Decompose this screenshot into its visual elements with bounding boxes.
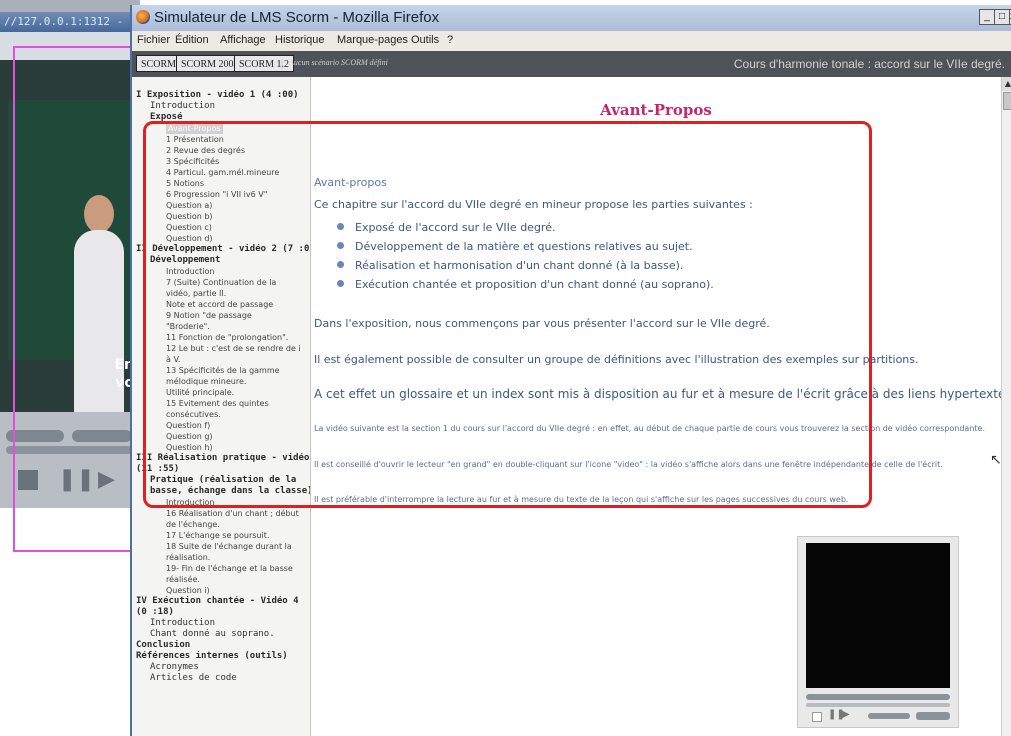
toc-item-label: réalisée. — [166, 575, 200, 584]
scrollbar-thumb[interactable] — [1003, 92, 1011, 110]
toc-item[interactable]: 19- Fin de l'échange et la basse — [132, 563, 310, 574]
toc-item-label: IV Exécution chantée - Vidéo 4 — [136, 596, 299, 606]
progress-track[interactable] — [806, 703, 950, 707]
background-window-title: //127.0.0.1:1312 - A — [0, 12, 140, 32]
menu-bar: Fichier Édition Affichage Historique Mar… — [132, 31, 1011, 51]
toc-item[interactable]: 16 Réalisation d'un chant ; début — [132, 508, 310, 519]
menu-affichage[interactable]: Affichage — [220, 34, 266, 46]
toolbar-separator: | — [280, 57, 284, 70]
toc-item-label: réalisation. — [166, 553, 211, 562]
menu-help[interactable]: ? — [447, 34, 453, 46]
toc-item[interactable]: réalisée. — [132, 574, 310, 585]
minimize-button[interactable]: _ — [979, 9, 995, 25]
toc-item[interactable]: Chant donné au soprano. — [132, 629, 310, 640]
toc-item-label: 18 Suite de l'échange durant la — [166, 542, 292, 551]
maximize-button[interactable]: □ — [994, 9, 1010, 25]
seek-bar[interactable] — [806, 694, 950, 700]
volume-slider[interactable] — [868, 713, 910, 719]
toc-item-label: Acronymes — [150, 662, 199, 672]
toc-item-label: Articles de code — [150, 673, 237, 683]
scroll-up-icon[interactable]: ▲ — [1002, 77, 1011, 91]
toc-item-label: de l'échange. — [166, 520, 220, 529]
magenta-annotation-box — [13, 46, 145, 552]
video-screen[interactable] — [806, 543, 950, 688]
toc-item-label: Introduction — [150, 101, 216, 111]
toc-item[interactable]: Conclusion — [132, 640, 310, 651]
scorm-12-button[interactable]: SCORM 1.2 — [234, 55, 295, 72]
toc-item[interactable]: de l'échange. — [132, 519, 310, 530]
fullscreen-bar[interactable] — [916, 712, 950, 720]
toc-item[interactable]: IV Exécution chantée - Vidéo 4 — [132, 596, 310, 607]
toc-item[interactable]: Introduction — [132, 618, 310, 629]
toc-item[interactable]: réalisation. — [132, 552, 310, 563]
stop-icon[interactable] — [812, 712, 822, 722]
toc-item[interactable]: Articles de code — [132, 673, 310, 684]
menu-historique[interactable]: Historique — [275, 34, 325, 46]
toc-item-label: 19- Fin de l'échange et la basse — [166, 564, 293, 573]
firefox-logo-icon — [136, 10, 150, 24]
page-title: Avant-Propos — [600, 101, 712, 119]
course-title: Cours d'harmonie tonale : accord sur le … — [733, 57, 1005, 71]
menu-marque-pages[interactable]: Marque-pages — [337, 34, 408, 46]
video-player[interactable]: ❚❚ ▶ — [797, 536, 959, 728]
toc-item-label: 17 L'échange se poursuit. — [166, 531, 270, 540]
toc-item-label: 16 Réalisation d'un chant ; début — [166, 509, 299, 518]
red-annotation-box — [143, 121, 872, 508]
menu-edition[interactable]: Édition — [175, 34, 209, 46]
toc-item[interactable]: (0 :18) — [132, 607, 310, 618]
menu-outils[interactable]: Outils — [411, 34, 439, 46]
toc-item-label: Introduction — [150, 618, 216, 628]
menu-fichier[interactable]: Fichier — [137, 34, 170, 46]
toc-item[interactable]: I Exposition - vidéo 1 (4 :00) — [132, 90, 310, 101]
toc-item[interactable]: Question i) — [132, 585, 310, 596]
toc-item-label: Chant donné au soprano. — [150, 629, 275, 639]
toc-item[interactable]: Introduction — [132, 101, 310, 112]
toc-item[interactable]: Références internes (outils) — [132, 651, 310, 662]
scorm-button[interactable]: SCORM — [136, 55, 182, 72]
toc-item[interactable]: 18 Suite de l'échange durant la — [132, 541, 310, 552]
toc-item-label: (0 :18) — [136, 607, 174, 617]
toc-item[interactable]: Acronymes — [132, 662, 310, 673]
scorm-scenario-note: Aucun scénario SCORM défini — [289, 58, 388, 67]
toc-item[interactable]: 17 L'échange se poursuit. — [132, 530, 310, 541]
content-scrollbar[interactable]: ▲ — [1001, 77, 1011, 736]
window-title: Simulateur de LMS Scorm - Mozilla Firefo… — [154, 9, 440, 26]
toc-item-label: Question i) — [166, 586, 210, 595]
mouse-cursor-icon: ↖ — [990, 452, 1002, 468]
toc-item-label: Références internes (outils) — [136, 651, 288, 661]
scorm-toolbar: SCORM SCORM 2004 SCORM 1.2 | Aucun scéna… — [132, 51, 1011, 77]
title-bar: Simulateur de LMS Scorm - Mozilla Firefo… — [132, 5, 1011, 31]
toc-item-label: Conclusion — [136, 640, 191, 650]
toc-item-label: I Exposition - vidéo 1 (4 :00) — [136, 90, 299, 100]
play-icon[interactable]: ▶ — [842, 709, 850, 721]
